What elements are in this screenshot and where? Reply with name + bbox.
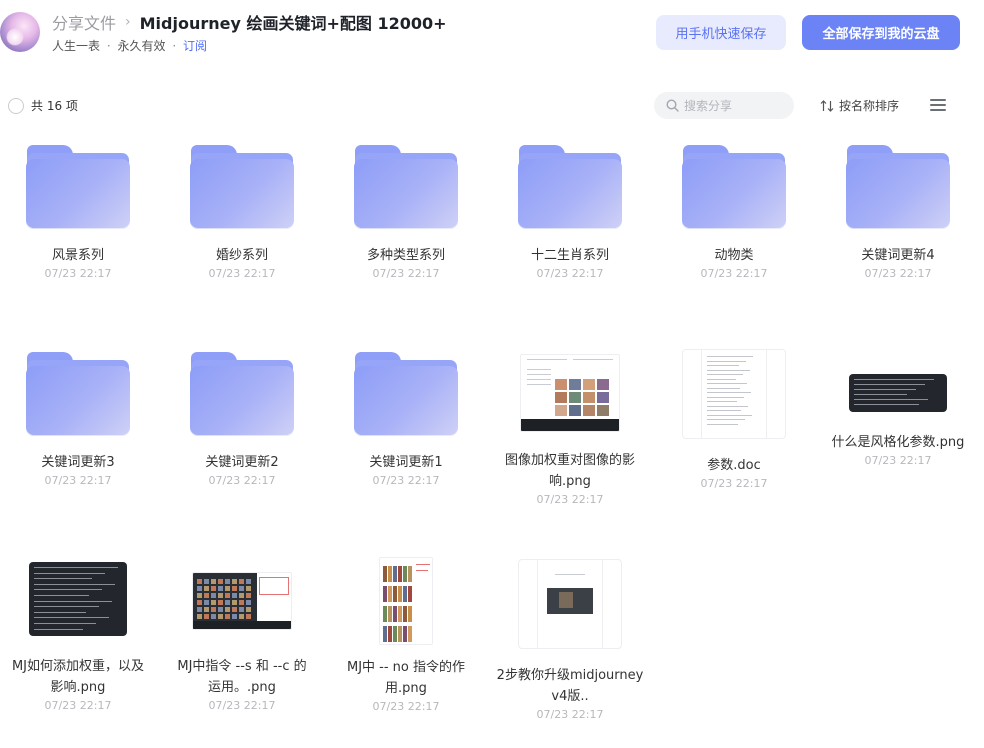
- modified-date: 07/23 22:17: [864, 454, 932, 467]
- folder-item[interactable]: 婚纱系列 07/23 22:17: [160, 145, 324, 280]
- file-name[interactable]: 关键词更新4: [816, 245, 980, 266]
- modified-date: 07/23 22:17: [208, 699, 276, 712]
- breadcrumb-root[interactable]: 分享文件: [52, 10, 116, 34]
- share-info: 人生一表 · 永久有效 · 订阅: [52, 37, 207, 54]
- folder-icon: [26, 352, 130, 436]
- file-item[interactable]: 图像加权重对图像的影响.png 07/23 22:17: [488, 354, 652, 506]
- file-name[interactable]: MJ中 -- no 指令的作用.png: [324, 657, 488, 699]
- file-item[interactable]: 参数.doc 07/23 22:17: [652, 349, 816, 490]
- select-all-checkbox[interactable]: [8, 98, 24, 114]
- modified-date: 07/23 22:17: [44, 267, 112, 280]
- modified-date: 07/23 22:17: [208, 474, 276, 487]
- save-all-button[interactable]: 全部保存到我的云盘: [802, 15, 960, 50]
- chevron-right-icon: ›: [125, 14, 131, 30]
- folder-item[interactable]: 关键词更新2 07/23 22:17: [160, 352, 324, 487]
- file-item[interactable]: MJ中指令 --s 和 --c 的运用。.png 07/23 22:17: [160, 572, 324, 712]
- file-name[interactable]: 关键词更新3: [0, 452, 160, 473]
- search-icon: [666, 99, 679, 112]
- folder-icon: [190, 145, 294, 229]
- modified-date: 07/23 22:17: [44, 474, 112, 487]
- folder-item[interactable]: 动物类 07/23 22:17: [652, 145, 816, 280]
- file-item[interactable]: MJ中 -- no 指令的作用.png 07/23 22:17: [324, 557, 488, 713]
- page-title: Midjourney 绘画关键词+配图 12000+: [139, 14, 447, 33]
- image-file-thumbnail: [520, 354, 620, 432]
- item-count: 共 16 项: [31, 99, 78, 113]
- subscribe-link[interactable]: 订阅: [183, 39, 207, 53]
- file-name[interactable]: 关键词更新2: [160, 452, 324, 473]
- modified-date: 07/23 22:17: [372, 267, 440, 280]
- folder-icon: [682, 145, 786, 229]
- modified-date: 07/23 22:17: [536, 493, 604, 506]
- avatar[interactable]: [0, 12, 40, 52]
- image-file-thumbnail: [518, 559, 622, 649]
- folder-icon: [354, 145, 458, 229]
- modified-date: 07/23 22:17: [372, 700, 440, 713]
- modified-date: 07/23 22:17: [44, 699, 112, 712]
- file-item[interactable]: 2步教你升级midjourney v4版.. 07/23 22:17: [488, 559, 652, 721]
- doc-file-thumbnail: [682, 349, 786, 439]
- file-name[interactable]: 什么是风格化参数.png: [816, 432, 980, 453]
- separator: ·: [106, 39, 111, 53]
- file-name[interactable]: 十二生肖系列: [488, 245, 652, 266]
- image-file-thumbnail: [29, 562, 127, 636]
- folder-icon: [846, 145, 950, 229]
- folder-item[interactable]: 风景系列 07/23 22:17: [0, 145, 160, 280]
- breadcrumb: 分享文件 › Midjourney 绘画关键词+配图 12000+: [52, 11, 447, 33]
- file-name[interactable]: 图像加权重对图像的影响.png: [488, 450, 652, 492]
- file-name[interactable]: 风景系列: [0, 245, 160, 266]
- folder-item[interactable]: 关键词更新3 07/23 22:17: [0, 352, 160, 487]
- folder-item[interactable]: 关键词更新4 07/23 22:17: [816, 145, 980, 280]
- image-file-thumbnail: [849, 374, 947, 412]
- folder-icon: [518, 145, 622, 229]
- validity-label: 永久有效: [117, 39, 166, 53]
- file-name[interactable]: MJ中指令 --s 和 --c 的运用。.png: [160, 656, 324, 698]
- sort-icon: [820, 99, 834, 112]
- menu-icon[interactable]: [930, 99, 946, 111]
- folder-item[interactable]: 关键词更新1 07/23 22:17: [324, 352, 488, 487]
- image-file-thumbnail: [379, 557, 433, 645]
- file-name[interactable]: 婚纱系列: [160, 245, 324, 266]
- folder-icon: [26, 145, 130, 229]
- image-file-thumbnail: [192, 572, 292, 630]
- modified-date: 07/23 22:17: [864, 267, 932, 280]
- separator: ·: [172, 39, 177, 53]
- search-input[interactable]: [684, 98, 784, 113]
- file-item[interactable]: MJ如何添加权重，以及影响.png 07/23 22:17: [0, 562, 160, 712]
- sort-label: 按名称排序: [839, 99, 900, 113]
- modified-date: 07/23 22:17: [536, 708, 604, 721]
- modified-date: 07/23 22:17: [208, 267, 276, 280]
- modified-date: 07/23 22:17: [372, 474, 440, 487]
- owner-name[interactable]: 人生一表: [52, 39, 100, 53]
- search-box[interactable]: [654, 92, 794, 119]
- modified-date: 07/23 22:17: [536, 267, 604, 280]
- file-name[interactable]: MJ如何添加权重，以及影响.png: [0, 656, 160, 698]
- modified-date: 07/23 22:17: [700, 267, 768, 280]
- sort-button[interactable]: 按名称排序: [820, 97, 899, 114]
- file-name[interactable]: 关键词更新1: [324, 452, 488, 473]
- file-name[interactable]: 动物类: [652, 245, 816, 266]
- folder-icon: [190, 352, 294, 436]
- folder-icon: [354, 352, 458, 436]
- folder-item[interactable]: 多种类型系列 07/23 22:17: [324, 145, 488, 280]
- modified-date: 07/23 22:17: [700, 477, 768, 490]
- file-name[interactable]: 多种类型系列: [324, 245, 488, 266]
- folder-item[interactable]: 十二生肖系列 07/23 22:17: [488, 145, 652, 280]
- mobile-save-button[interactable]: 用手机快速保存: [656, 15, 786, 50]
- file-name[interactable]: 参数.doc: [652, 455, 816, 476]
- file-item[interactable]: 什么是风格化参数.png 07/23 22:17: [816, 374, 980, 467]
- file-name[interactable]: 2步教你升级midjourney v4版..: [488, 665, 652, 707]
